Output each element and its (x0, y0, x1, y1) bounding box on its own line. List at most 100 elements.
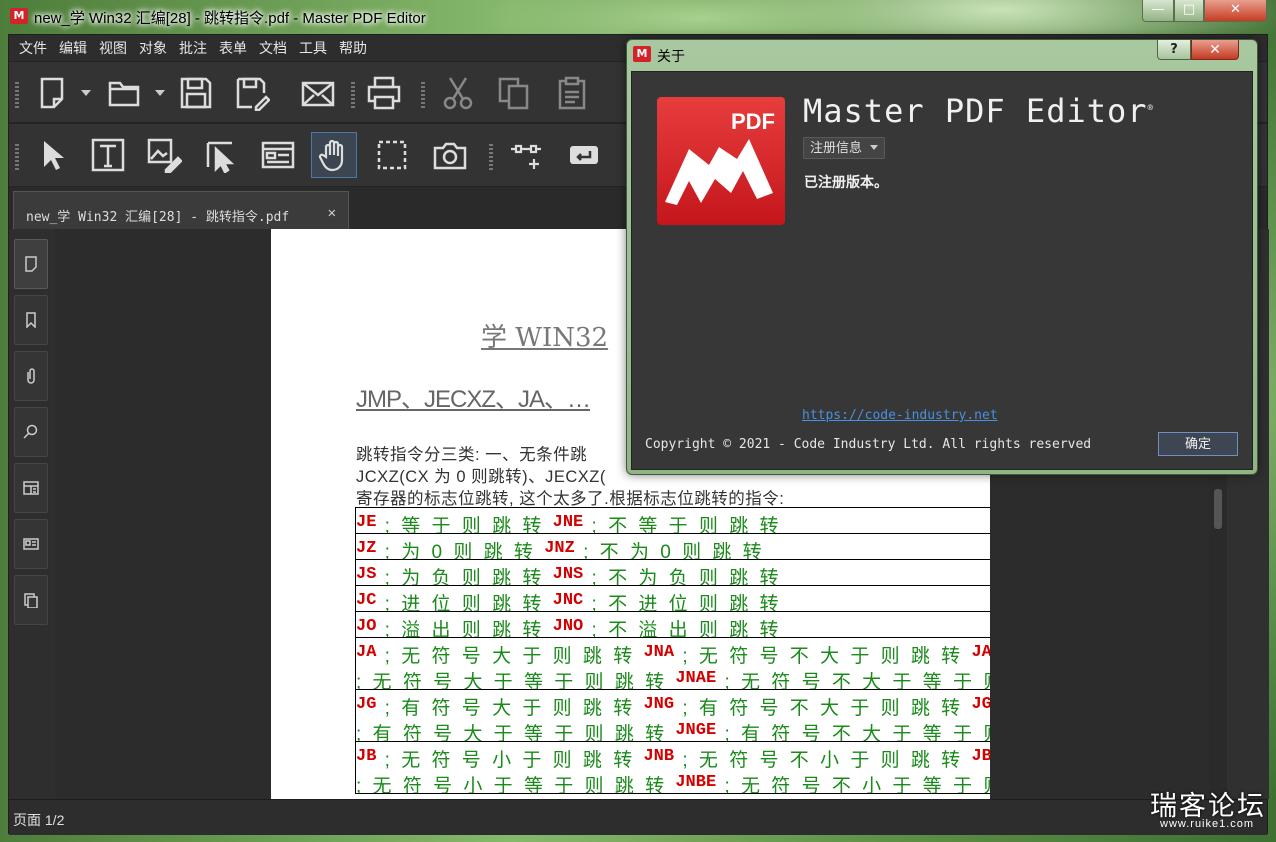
opcode-description: ; 为 0 则 跳 转 (376, 542, 545, 560)
table-line: JS ; 为 负 则 跳 转 JNS ; 不 为 负 则 跳 转 (356, 560, 990, 586)
open-dropdown-chevron[interactable] (153, 70, 167, 116)
opcode: JNAE (675, 669, 717, 688)
menu-view[interactable]: 视图 (99, 38, 127, 58)
link-icon[interactable] (503, 132, 549, 178)
table-line: JB ; 无 符 号 小 于 则 跳 转 JNB ; 无 符 号 不 小 于 则… (356, 742, 990, 771)
opcode: JS (356, 565, 377, 584)
hand-tool-icon[interactable] (311, 132, 357, 178)
registration-status: 已注册版本。 (804, 175, 888, 191)
save-as-icon[interactable] (229, 70, 275, 116)
dialog-close-button[interactable]: ✕ (1191, 40, 1239, 60)
opcode-description: ; 有 符 号 大 于 等 于 则 跳 转 (356, 724, 676, 742)
bookmarks-icon[interactable] (14, 295, 48, 345)
object-select-icon[interactable] (197, 132, 243, 178)
table-line: JG ; 有 符 号 大 于 则 跳 转 JNG ; 有 符 号 不 大 于 则… (356, 690, 990, 719)
menu-help[interactable]: 帮助 (339, 38, 367, 58)
page-indicator: 页面 1/2 (13, 812, 65, 828)
new-document-icon[interactable] (29, 70, 75, 116)
opcode: JA (356, 643, 377, 662)
open-folder-icon[interactable] (101, 70, 147, 116)
duplicates-icon[interactable] (14, 575, 48, 625)
opcode: JNC (552, 591, 584, 610)
tab-close-icon[interactable]: ✕ (328, 205, 336, 221)
menu-edit[interactable]: 编辑 (59, 38, 87, 58)
toolbar-grip[interactable] (15, 82, 19, 108)
pages-icon[interactable] (14, 239, 48, 289)
registered-mark: ® (1147, 103, 1154, 114)
table-row: JA ; 无 符 号 大 于 则 跳 转 JNA ; 无 符 号 不 大 于 则… (355, 638, 990, 690)
opcode: JNA (643, 643, 675, 662)
menu-form[interactable]: 表单 (219, 38, 247, 58)
opcode: JNS (552, 565, 584, 584)
table-line: JC ; 进 位 则 跳 转 JNC ; 不 进 位 则 跳 转 (356, 586, 990, 612)
title-bar: M new_学 Win32 汇编[28] - 跳转指令.pdf - Master… (0, 0, 1276, 34)
about-dialog: M 关于 ? ✕ PDF Master PDF Editor® 注册信息 已注册… (626, 39, 1258, 475)
scrollbar-thumb[interactable] (1214, 489, 1222, 529)
attachments-icon[interactable] (14, 351, 48, 401)
save-icon[interactable] (173, 70, 219, 116)
menu-object[interactable]: 对象 (139, 38, 167, 58)
opcode: JNG (643, 695, 675, 714)
table-row: JS ; 为 负 则 跳 转 JNS ; 不 为 负 则 跳 转 (355, 560, 990, 586)
opcode-description: ; 溢 出 则 跳 转 (376, 620, 553, 638)
opcode: JAE (971, 643, 990, 662)
opcode: JNO (552, 617, 584, 636)
opcode: JGE (971, 695, 990, 714)
opcode-description: ; 不 溢 出 则 跳 转 (583, 620, 782, 638)
layers-icon[interactable] (14, 463, 48, 513)
paragraph-line: 寄存器的标志位跳转, 这个太多了.根据标志位跳转的指令: (356, 490, 785, 508)
watermark-url: www.ruike1.com (1160, 818, 1255, 830)
jump-instruction-table: JE ; 等 于 则 跳 转 JNE ; 不 等 于 则 跳 转 JZ ; 为 0… (355, 507, 990, 794)
opcode: JC (356, 591, 377, 610)
opcode-description: ; 无 符 号 大 于 等 于 则 跳 转 (356, 672, 676, 690)
table-row: JC ; 进 位 则 跳 转 JNC ; 不 进 位 则 跳 转 (355, 586, 990, 612)
maximize-button[interactable]: □ (1174, 0, 1204, 22)
table-line: JA ; 无 符 号 大 于 则 跳 转 JNA ; 无 符 号 不 大 于 则… (356, 638, 990, 667)
menu-document[interactable]: 文档 (259, 38, 287, 58)
menu-file[interactable]: 文件 (19, 38, 47, 58)
snapshot-icon[interactable] (427, 132, 473, 178)
paste-icon[interactable] (549, 70, 595, 116)
opcode-description: ; 无 符 号 不 小 于 等 于 则 跳 (724, 776, 990, 794)
toolbar-grip[interactable] (15, 144, 19, 170)
new-dropdown-chevron[interactable] (79, 70, 93, 116)
email-icon[interactable] (295, 70, 341, 116)
help-button[interactable]: ? (1157, 40, 1191, 60)
crop-icon[interactable] (369, 132, 415, 178)
form-icon[interactable] (255, 132, 301, 178)
table-line: ; 无 符 号 大 于 等 于 则 跳 转 JNAE ; 无 符 号 不 大 于… (356, 664, 990, 690)
table-row: JB ; 无 符 号 小 于 则 跳 转 JNB ; 无 符 号 不 小 于 则… (355, 742, 990, 794)
search-icon[interactable] (14, 407, 48, 457)
toolbar-grip[interactable] (421, 82, 425, 108)
opcode-description: ; 无 符 号 小 于 等 于 则 跳 转 (356, 776, 676, 794)
toolbar-grip[interactable] (489, 144, 493, 170)
menu-comment[interactable]: 批注 (179, 38, 207, 58)
opcode: JBE (971, 747, 990, 766)
text-edit-icon[interactable] (85, 132, 131, 178)
left-sidebar (9, 229, 55, 799)
copyright-text: Copyright © 2021 - Code Industry Ltd. Al… (645, 437, 1092, 452)
opcode: JG (356, 695, 377, 714)
product-logo-icon: PDF (657, 97, 785, 225)
print-icon[interactable] (361, 70, 407, 116)
document-tab[interactable]: new_学 Win32 汇编[28] - 跳转指令.pdf ✕ (13, 191, 349, 229)
image-edit-icon[interactable] (141, 132, 187, 178)
menu-tools[interactable]: 工具 (299, 38, 327, 58)
fields-icon[interactable] (14, 519, 48, 569)
copy-icon[interactable] (491, 70, 537, 116)
app-logo-icon: M (10, 8, 28, 24)
website-link[interactable]: https://code-industry.net (802, 408, 998, 423)
opcode-description: ; 进 位 则 跳 转 (376, 594, 553, 612)
registration-info-dropdown[interactable]: 注册信息 (803, 137, 886, 159)
page-title: 学 WIN32 (481, 323, 609, 353)
opcode-description: ; 为 负 则 跳 转 (376, 568, 553, 586)
toolbar-grip[interactable] (351, 82, 355, 108)
ok-button[interactable]: 确定 (1158, 432, 1238, 456)
enter-icon[interactable] (561, 132, 607, 178)
close-button[interactable]: ✕ (1204, 0, 1267, 22)
document-tab-label: new_学 Win32 汇编[28] - 跳转指令.pdf (26, 210, 290, 225)
minimize-button[interactable]: — (1142, 0, 1174, 22)
cut-icon[interactable] (435, 70, 481, 116)
dialog-logo-icon: M (633, 46, 651, 62)
select-arrow-icon[interactable] (29, 132, 75, 178)
